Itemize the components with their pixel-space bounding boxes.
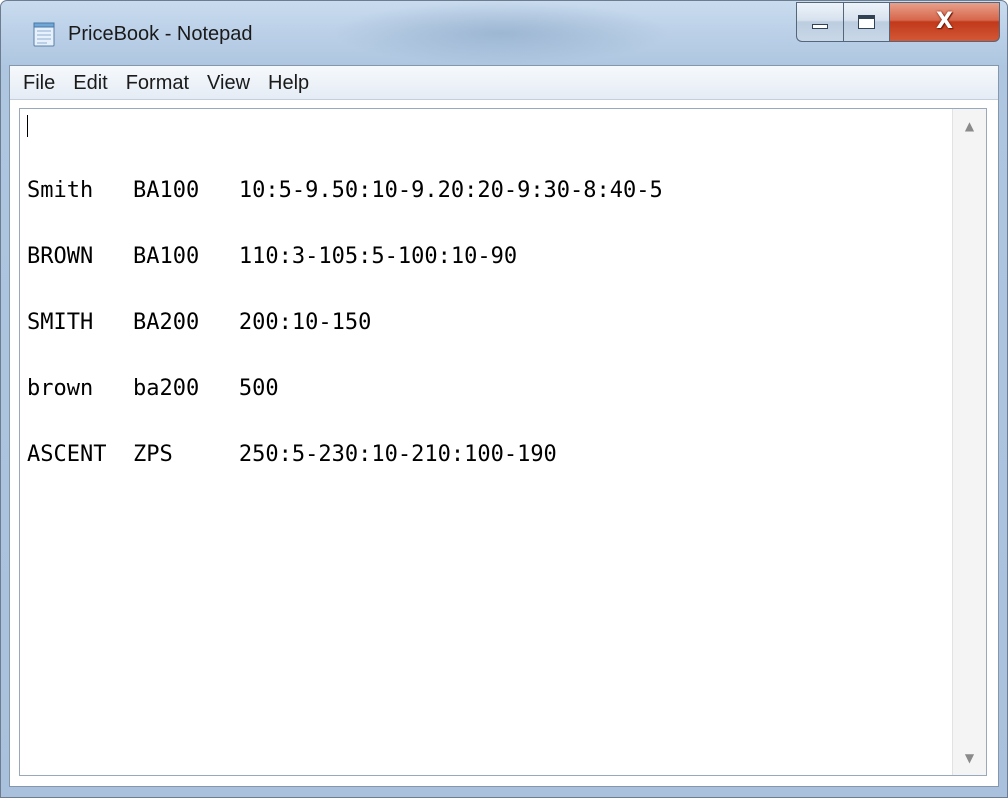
scroll-down-arrow-icon[interactable]: ▼ [953,743,986,773]
close-button[interactable]: X [890,2,1000,42]
client-area: File Edit Format View Help Smith BA100 1… [9,65,999,787]
text-editor[interactable]: Smith BA100 10:5-9.50:10-9.20:20-9:30-8:… [19,108,987,776]
scroll-up-arrow-icon[interactable]: ▲ [953,111,986,141]
minimize-button[interactable] [796,2,843,42]
vertical-scrollbar[interactable]: ▲ ▼ [952,109,986,775]
document-text[interactable]: Smith BA100 10:5-9.50:10-9.20:20-9:30-8:… [27,114,947,769]
text-line: ASCENT ZPS 250:5-230:10-210:100-190 [27,442,557,467]
maximize-button[interactable] [843,2,890,42]
close-icon: X [936,9,953,34]
menu-view[interactable]: View [198,69,259,97]
maximize-icon [858,15,875,29]
caption-buttons: X [796,2,1000,42]
text-line: brown ba200 500 [27,376,279,401]
menu-edit[interactable]: Edit [64,69,116,97]
menu-bar: File Edit Format View Help [10,66,998,100]
notepad-icon [33,22,55,47]
minimize-icon [812,23,828,29]
text-line: SMITH BA200 200:10-150 [27,310,372,335]
title-bar[interactable]: PriceBook - Notepad X [1,1,1007,65]
menu-format[interactable]: Format [117,69,198,97]
text-line: Smith BA100 10:5-9.50:10-9.20:20-9:30-8:… [27,178,663,203]
window-title: PriceBook - Notepad [68,23,253,45]
notepad-window: PriceBook - Notepad X File Edit Format V… [0,0,1008,798]
menu-help[interactable]: Help [259,69,318,97]
text-line: BROWN BA100 110:3-105:5-100:10-90 [27,244,518,269]
text-caret [27,115,28,137]
menu-file[interactable]: File [14,69,64,97]
